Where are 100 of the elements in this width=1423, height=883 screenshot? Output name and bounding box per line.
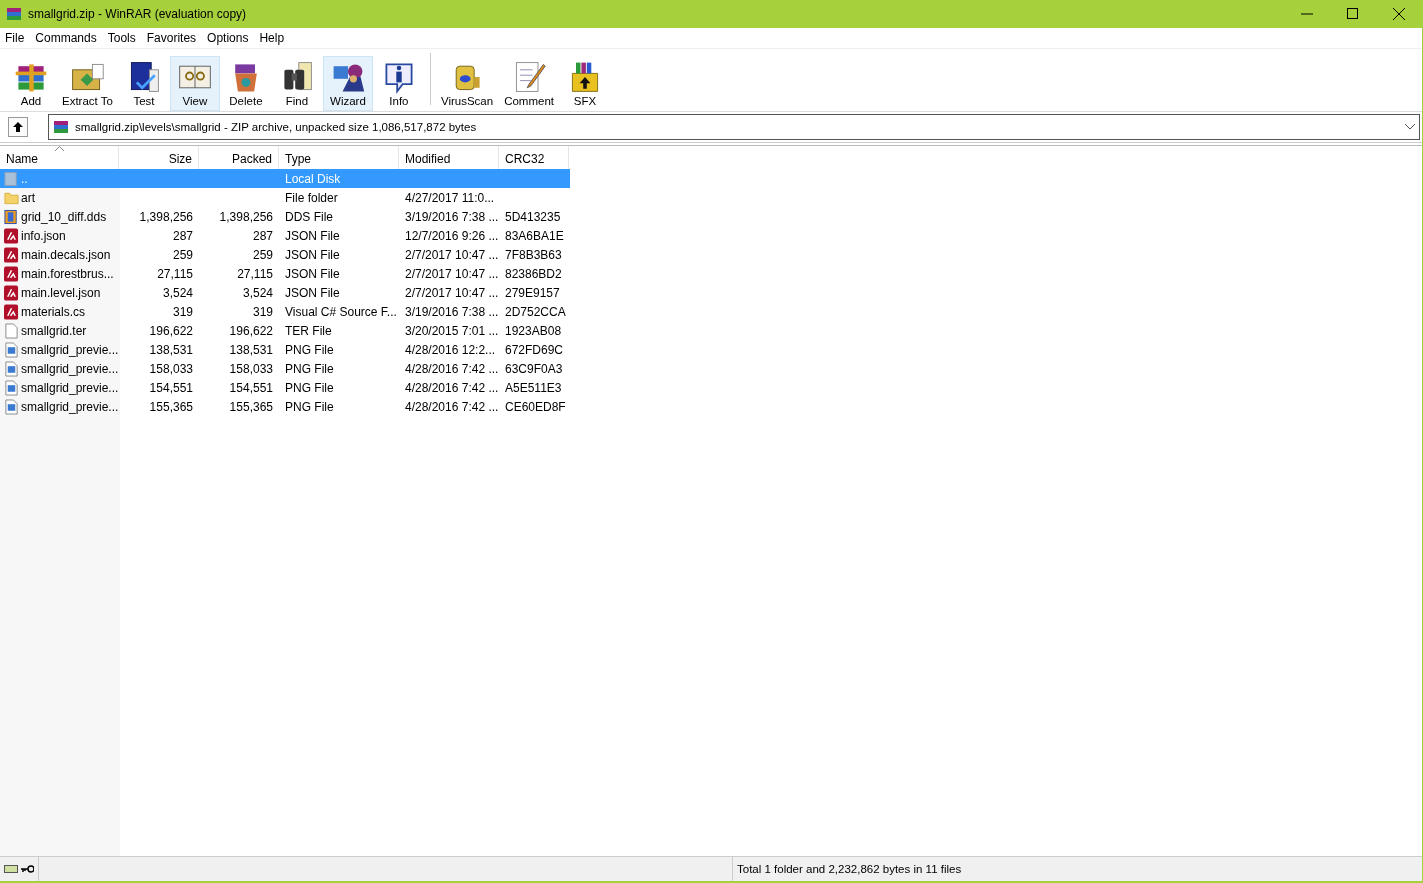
- key-icon: [20, 865, 34, 873]
- file-row[interactable]: info.json 287 287 JSON File 12/7/2016 9:26 ... 83A6BA1E: [0, 226, 570, 245]
- table-cell: 12/7/2016 9:26 ...: [405, 228, 499, 243]
- table-cell: 3,524: [242, 285, 273, 300]
- status-text: Total 1 folder and 2,232,862 bytes in 11 files: [732, 857, 1422, 881]
- table-cell: 259: [252, 247, 273, 262]
- table-cell: TER File: [285, 323, 332, 338]
- table-cell: 287: [172, 228, 193, 243]
- file-row[interactable]: main.decals.json 259 259 JSON File 2/7/2017 10:47 ... 7F8B3B63: [0, 245, 570, 264]
- file-name: ..: [21, 171, 28, 186]
- table-cell: 154,551: [229, 380, 273, 395]
- table-cell: 4/28/2016 7:42 ...: [405, 361, 499, 376]
- table-cell: 1,398,256: [139, 209, 193, 224]
- file-name: smallgrid_previe...: [21, 380, 119, 395]
- file-name: info.json: [21, 228, 66, 243]
- table-cell: 7F8B3B63: [505, 247, 562, 262]
- toolbar-button[interactable]: Info: [373, 56, 424, 111]
- parent-folder-icon: [4, 170, 19, 187]
- table-cell: 154,551: [149, 380, 193, 395]
- file-row[interactable]: grid_10_diff.dds 1,398,256 1,398,256 DDS File 3/19/2016 7:38 ... 5D413235: [0, 207, 570, 226]
- table-cell: Local Disk: [285, 171, 341, 186]
- table-cell: 196,622: [229, 323, 273, 338]
- image-file-icon: [4, 341, 19, 358]
- table-cell: 155,365: [229, 399, 273, 414]
- toolbar-button[interactable]: Extract To: [57, 56, 118, 111]
- file-row[interactable]: smallgrid_previe... 154,551 154,551 PNG File 4/28/2016 7:42 ... A5E511E3: [0, 378, 570, 397]
- table-cell: 2/7/2017 10:47 ...: [405, 247, 499, 262]
- table-cell: 3/20/2015 7:01 ...: [405, 323, 499, 338]
- table-cell: JSON File: [285, 228, 340, 243]
- archive-icon: [53, 119, 69, 135]
- table-cell: 319: [252, 304, 273, 319]
- table-cell: 158,033: [229, 361, 273, 376]
- table-cell: JSON File: [285, 285, 340, 300]
- dropdown-icon: [1405, 124, 1415, 130]
- menu-item[interactable]: File: [1, 31, 32, 45]
- file-row[interactable]: main.level.json 3,524 3,524 JSON File 2/7/2017 10:47 ... 279E9157: [0, 283, 570, 302]
- file-name: main.decals.json: [21, 247, 111, 262]
- table-cell: 138,531: [149, 342, 193, 357]
- table-cell: DDS File: [285, 209, 333, 224]
- toolbar-button[interactable]: Find: [271, 56, 322, 111]
- table-cell: 4/27/2017 11:0...: [405, 190, 495, 205]
- toolbar-button[interactable]: Test: [118, 56, 169, 111]
- menu-item[interactable]: Options: [203, 31, 256, 45]
- file-row[interactable]: main.forestbrus... 27,115 27,115 JSON File 2/7/2017 10:47 ... 82386BD2: [0, 264, 570, 283]
- file-name: main.level.json: [21, 285, 101, 300]
- maximize-icon[interactable]: [1347, 8, 1359, 20]
- toolbar-button[interactable]: SFX: [560, 56, 610, 111]
- menu-item[interactable]: Help: [255, 31, 292, 45]
- drive-icon: [4, 864, 18, 874]
- file-name: art: [21, 190, 35, 205]
- file-name: grid_10_diff.dds: [21, 209, 107, 224]
- table-cell: 155,365: [149, 399, 193, 414]
- file-name: smallgrid_previe...: [21, 361, 119, 376]
- table-cell: 4/28/2016 7:42 ...: [405, 380, 499, 395]
- file-row[interactable]: materials.cs 319 319 Visual C# Source F... 3/19/2016 7:38 ... 2D752CCA: [0, 302, 570, 321]
- file-row[interactable]: smallgrid_previe... 158,033 158,033 PNG File 4/28/2016 7:42 ... 63C9F0A3: [0, 359, 570, 378]
- table-cell: PNG File: [285, 380, 334, 395]
- table-cell: 3,524: [162, 285, 193, 300]
- table-cell: 2D752CCA: [505, 304, 566, 319]
- toolbar-button[interactable]: Add: [6, 56, 56, 111]
- toolbar-button[interactable]: VirusScan: [435, 56, 499, 111]
- file-row[interactable]: smallgrid_previe... 138,531 138,531 PNG File 4/28/2016 12:2... 672FD69C: [0, 340, 570, 359]
- file-icon: [4, 322, 19, 339]
- table-cell: 4/28/2016 7:42 ...: [405, 399, 499, 414]
- menu-item[interactable]: Commands: [31, 31, 104, 45]
- file-row[interactable]: smallgrid_previe... 155,365 155,365 PNG File 4/28/2016 7:42 ... CE60ED8F: [0, 397, 570, 416]
- file-name: main.forestbrus...: [21, 266, 114, 281]
- toolbar-button[interactable]: Comment: [499, 56, 559, 111]
- table-cell: 158,033: [149, 361, 193, 376]
- file-name: smallgrid_previe...: [21, 399, 119, 414]
- toolbar-button[interactable]: View: [169, 56, 220, 111]
- table-cell: 83A6BA1E: [505, 228, 564, 243]
- table-cell: 279E9157: [505, 285, 560, 300]
- up-arrow-icon: [12, 121, 24, 133]
- table-cell: 2/7/2017 10:47 ...: [405, 285, 499, 300]
- archive-icon: [6, 6, 22, 22]
- table-cell: 2/7/2017 10:47 ...: [405, 266, 499, 281]
- file-name: smallgrid.ter: [21, 323, 87, 338]
- table-cell: 138,531: [229, 342, 273, 357]
- table-cell: PNG File: [285, 342, 334, 357]
- menu-item[interactable]: Tools: [103, 31, 143, 45]
- table-cell: PNG File: [285, 399, 334, 414]
- up-folder-button[interactable]: [8, 117, 28, 137]
- table-cell: 3/19/2016 7:38 ...: [405, 209, 499, 224]
- file-row[interactable]: smallgrid.ter 196,622 196,622 TER File 3/20/2015 7:01 ... 1923AB08: [0, 321, 570, 340]
- table-cell: 319: [172, 304, 193, 319]
- table-cell: 63C9F0A3: [505, 361, 563, 376]
- file-row[interactable]: art File folder 4/27/2017 11:0...: [0, 188, 570, 207]
- menu-item[interactable]: Favorites: [142, 31, 204, 45]
- table-cell: 27,115: [157, 266, 193, 281]
- table-cell: JSON File: [285, 266, 340, 281]
- toolbar-button[interactable]: Delete: [220, 56, 271, 111]
- table-cell: 672FD69C: [505, 342, 564, 357]
- table-cell: A5E511E3: [505, 380, 562, 395]
- table-cell: 4/28/2016 12:2...: [405, 342, 496, 357]
- close-icon[interactable]: [1393, 8, 1405, 20]
- path-field[interactable]: smallgrid.zip\levels\smallgrid - ZIP archive, unpacked size 1,086,517,872 bytes: [48, 114, 1420, 140]
- toolbar-button[interactable]: Wizard: [322, 56, 373, 111]
- table-cell: JSON File: [285, 247, 340, 262]
- table-cell: File folder: [285, 190, 338, 205]
